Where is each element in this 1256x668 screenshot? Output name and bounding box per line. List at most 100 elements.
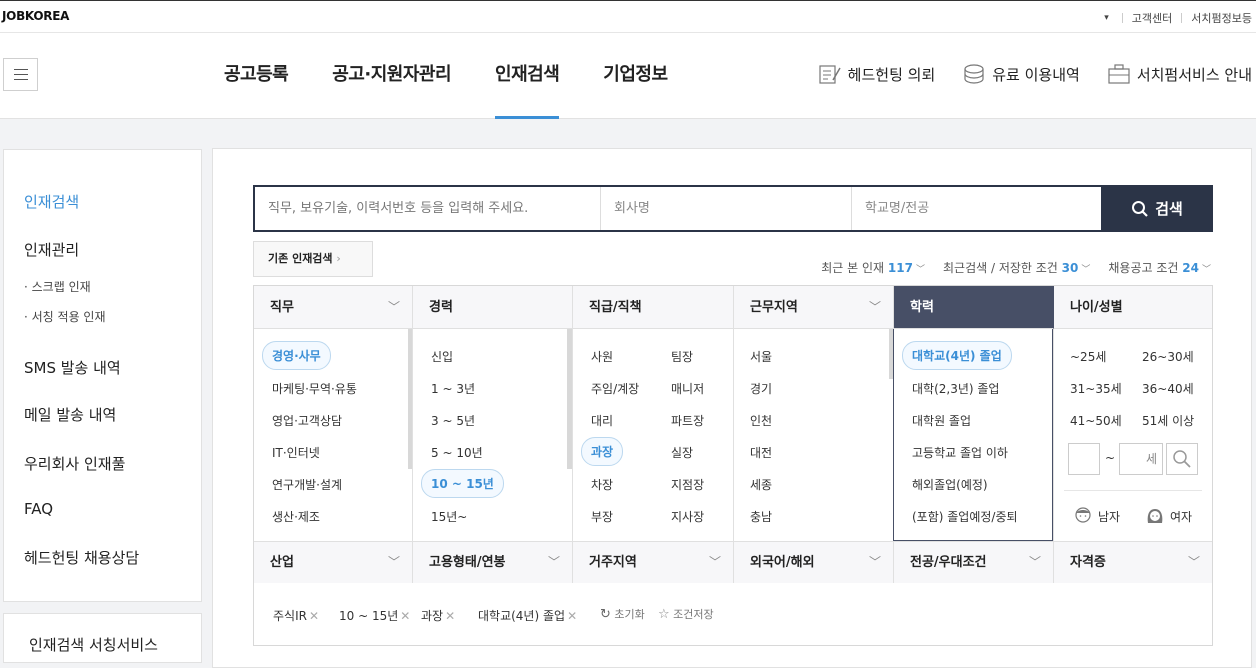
brand-logo[interactable]: JOBKOREA [2, 9, 69, 23]
recent-viewed-link[interactable]: 최근 본 인재 117 ﹀ [821, 259, 925, 276]
region-list: 서울 경기 인천 대전 세종 충남 [734, 329, 894, 541]
tag-chip[interactable]: 대학교(4년) 졸업 ✕ [478, 607, 577, 624]
nav-company-info[interactable]: 기업정보 [603, 33, 668, 119]
age-search-button[interactable] [1166, 443, 1198, 475]
job-item[interactable]: 마케팅·무역·유통 [272, 380, 357, 397]
rank-item[interactable]: 지사장 [671, 508, 704, 525]
career-item[interactable]: 신입 [431, 348, 453, 365]
paid-usage-link[interactable]: 유료 이용내역 [962, 63, 1080, 85]
filter-header-language[interactable]: 외국어/해외 ﹀ [734, 541, 894, 583]
sidebar-item-talent-pool[interactable]: 우리회사 인재풀 [24, 453, 125, 474]
rank-item[interactable]: 대리 [591, 412, 613, 429]
job-scrollbar[interactable] [408, 329, 412, 469]
job-item-selected[interactable]: 경영·사무 [262, 341, 331, 370]
region-item[interactable]: 세종 [750, 476, 772, 493]
region-item[interactable]: 대전 [750, 444, 772, 461]
tag-chip[interactable]: 과장 ✕ [421, 607, 455, 624]
search-button[interactable]: 검색 [1101, 185, 1213, 232]
filter-header-industry[interactable]: 산업 ﹀ [254, 541, 413, 583]
rank-item[interactable]: 파트장 [671, 412, 704, 429]
filter-header-residence[interactable]: 거주지역 ﹀ [573, 541, 734, 583]
tag-chip[interactable]: 주식IR ✕ [273, 607, 319, 624]
chevron-down-icon: ﹀ [547, 555, 560, 569]
hamburger-menu-button[interactable] [3, 58, 38, 91]
top-bar: JOBKOREA ▾ 고객센터 서치펌정보등 [0, 0, 1256, 33]
age-item[interactable]: 51세 이상 [1142, 412, 1194, 429]
saved-conditions-link[interactable]: 최근검색 / 저장한 조건 30 ﹀ [943, 259, 1090, 276]
sidebar-item-faq[interactable]: FAQ [24, 500, 53, 518]
nav-post-job[interactable]: 공고등록 [224, 33, 289, 119]
region-item[interactable]: 충남 [750, 508, 772, 525]
search-button-label: 검색 [1155, 200, 1183, 218]
searchfirm-service-link[interactable]: 서치펌서비스 안내 [1107, 63, 1252, 85]
sidebar-extra-box: 인재검색 서칭서비스 [3, 613, 202, 663]
filter-header-employment[interactable]: 고용형태/연봉 ﹀ [413, 541, 573, 583]
sidebar-sub-scrap[interactable]: · 스크랩 인재 [24, 278, 91, 295]
filter-header-major[interactable]: 전공/우대조건 ﹀ [894, 541, 1054, 583]
rank-item[interactable]: 매니저 [671, 380, 704, 397]
tag-chip[interactable]: 10 ~ 15년 ✕ [339, 607, 410, 624]
filter-header-license[interactable]: 자격증 ﹀ [1054, 541, 1212, 583]
chevron-down-icon[interactable]: ▾ [1104, 13, 1109, 23]
sidebar-item-sms[interactable]: SMS 발송 내역 [24, 357, 121, 378]
age-item[interactable]: 36~40세 [1142, 380, 1194, 397]
rank-item[interactable]: 실장 [671, 444, 693, 461]
filter-header-job[interactable]: 직무 ﹀ [254, 286, 413, 329]
sidebar-item-mail[interactable]: 메일 발송 내역 [24, 404, 116, 425]
career-item[interactable]: 1 ~ 3년 [431, 380, 475, 397]
sidebar-item-headhunting[interactable]: 헤드헌팅 채용상담 [24, 547, 139, 568]
rank-item[interactable]: 주임/계장 [591, 380, 639, 397]
filter-header-education[interactable]: 학력 [894, 286, 1054, 329]
age-max-input[interactable]: 세 [1119, 443, 1163, 475]
age-item[interactable]: 31~35세 [1070, 380, 1122, 397]
nav-applicant-manage[interactable]: 공고·지원자관리 [332, 33, 451, 119]
posting-conditions-link[interactable]: 채용공고 조건 24 ﹀ [1108, 259, 1211, 276]
sidebar-sub-searching[interactable]: · 서칭 적용 인재 [24, 308, 106, 325]
company-input[interactable]: 회사명 [601, 187, 852, 230]
rank-item[interactable]: 부장 [591, 508, 613, 525]
age-item[interactable]: 41~50세 [1070, 412, 1122, 429]
coins-icon [964, 64, 984, 84]
filter-header-region[interactable]: 근무지역 ﹀ [734, 286, 894, 329]
career-item[interactable]: 5 ~ 10년 [431, 444, 483, 461]
age-min-input[interactable] [1068, 443, 1100, 475]
rank-item[interactable]: 지점장 [671, 476, 704, 493]
sidebar-item-talent-manage[interactable]: 인재관리 [24, 239, 79, 260]
school-input[interactable]: 학교명/전공 [852, 187, 1101, 230]
filter-header-rank[interactable]: 직급/직책 [573, 286, 734, 329]
reset-button[interactable]: ↻ 초기화 [600, 606, 645, 622]
career-item[interactable]: 15년~ [431, 508, 467, 525]
sidebar-item-talent-search[interactable]: 인재검색 [24, 191, 79, 212]
job-item[interactable]: IT·인터넷 [272, 444, 320, 461]
filter-header-career[interactable]: 경력 [413, 286, 573, 329]
searchfirm-service-label: 서치펌서비스 안내 [1136, 65, 1252, 84]
job-item[interactable]: 연구개발·설계 [272, 476, 342, 493]
rank-item-selected[interactable]: 과장 [581, 437, 624, 466]
keyword-input[interactable]: 직무, 보유기술, 이력서번호 등을 입력해 주세요. [255, 187, 601, 230]
searchfirm-info-link[interactable]: 서치펌정보등 [1191, 10, 1252, 26]
job-item[interactable]: 생산·제조 [272, 508, 320, 525]
region-item[interactable]: 인천 [750, 412, 772, 429]
gender-female-option[interactable]: 여자 [1146, 506, 1192, 526]
region-item[interactable]: 서울 [750, 348, 772, 365]
chevron-down-icon: ﹀ [1081, 265, 1091, 275]
customer-center-link[interactable]: 고객센터 [1132, 10, 1172, 26]
region-item[interactable]: 경기 [750, 380, 772, 397]
career-item[interactable]: 3 ~ 5년 [431, 412, 475, 429]
age-item[interactable]: ~25세 [1070, 348, 1106, 365]
job-item[interactable]: 영업·고객상담 [272, 412, 342, 429]
career-item-selected[interactable]: 10 ~ 15년 [421, 469, 504, 498]
nav-talent-search[interactable]: 인재검색 [495, 33, 560, 119]
headhunting-request-link[interactable]: 헤드헌팅 의뢰 [818, 63, 935, 85]
gender-male-option[interactable]: 남자 [1074, 506, 1120, 526]
sidebar-item-searching-service[interactable]: 인재검색 서칭서비스 [29, 634, 158, 655]
rank-item[interactable]: 차장 [591, 476, 613, 493]
rank-scrollbar[interactable] [567, 329, 571, 469]
filter-header-age-gender[interactable]: 나이/성별 [1054, 286, 1212, 329]
previous-search-label: 기존 인재검색 [268, 252, 333, 265]
save-condition-button[interactable]: ☆ 조건저장 [658, 606, 714, 622]
previous-search-button[interactable]: 기존 인재검색 › [253, 241, 373, 277]
rank-item[interactable]: 팀장 [671, 348, 693, 365]
rank-item[interactable]: 사원 [591, 348, 613, 365]
age-item[interactable]: 26~30세 [1142, 348, 1194, 365]
